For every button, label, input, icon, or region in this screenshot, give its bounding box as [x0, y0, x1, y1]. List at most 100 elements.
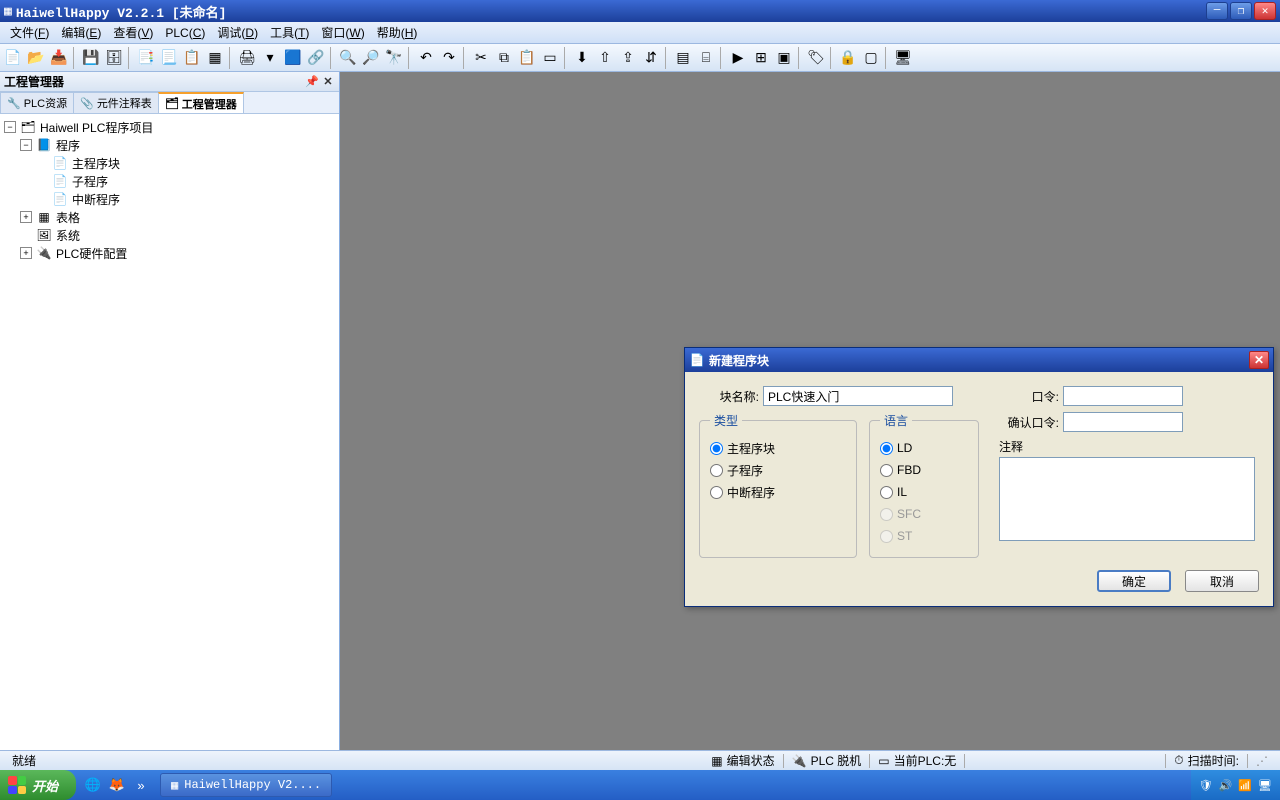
dropdown-icon[interactable]: ▾ [259, 47, 281, 69]
radio-input[interactable] [710, 486, 723, 499]
upload1-icon[interactable]: ⇧ [594, 47, 616, 69]
lang-radio-il[interactable]: IL [880, 481, 968, 503]
tray-icon[interactable]: 🛡 [1199, 779, 1213, 792]
lang-radio-fbd[interactable]: FBD [880, 459, 968, 481]
menu-w[interactable]: 窗口(W) [315, 22, 370, 43]
table-icon[interactable]: ▦ [204, 47, 226, 69]
find-icon[interactable]: 🔎 [360, 47, 382, 69]
task-item[interactable]: ▦ HaiwellHappy V2.... [160, 773, 332, 797]
radio-input[interactable] [880, 464, 893, 477]
lang-radio-ld[interactable]: LD [880, 437, 968, 459]
import-icon[interactable]: 📥 [48, 47, 70, 69]
menu-h[interactable]: 帮助(H) [371, 22, 424, 43]
radio-label: FBD [897, 463, 921, 477]
print-icon[interactable]: 🖨 [236, 47, 258, 69]
panel-tab-0[interactable]: 🔧PLC资源 [0, 92, 74, 113]
menu-c[interactable]: PLC(C) [159, 24, 211, 42]
zoom-icon[interactable]: 🔍 [337, 47, 359, 69]
radio-input[interactable] [880, 486, 893, 499]
tray-icon[interactable]: 📶 [1238, 779, 1252, 792]
project-tree[interactable]: − 🗂 Haiwell PLC程序项目 − 📘 程序 📄 主程序块 📄 子程序 [0, 114, 339, 750]
tree-int-prog[interactable]: 📄 中断程序 [4, 190, 335, 208]
cut-icon[interactable]: ✂ [470, 47, 492, 69]
current-plc-icon: ▭ [878, 754, 889, 768]
upload2-icon[interactable]: ⇪ [617, 47, 639, 69]
tree-root[interactable]: − 🗂 Haiwell PLC程序项目 [4, 118, 335, 136]
panel-close-icon[interactable]: ✕ [321, 75, 335, 89]
comment-textarea[interactable] [999, 457, 1255, 541]
monitor-icon[interactable]: ⊞ [750, 47, 772, 69]
undo-history-icon[interactable]: 📑 [135, 47, 157, 69]
menu-t[interactable]: 工具(T) [264, 22, 315, 43]
password-input[interactable] [1063, 386, 1183, 406]
run-icon[interactable]: ▶ [727, 47, 749, 69]
collapse-icon[interactable]: − [4, 121, 16, 133]
module-icon[interactable]: 🟦 [282, 47, 304, 69]
task-icon: ▦ [171, 778, 178, 793]
menu-e[interactable]: 编辑(E) [55, 22, 107, 43]
start-button[interactable]: 开始 [0, 770, 76, 800]
panel-pin-icon[interactable]: 📌 [305, 75, 319, 89]
expand-icon[interactable]: + [20, 211, 32, 223]
radio-input[interactable] [880, 442, 893, 455]
ql-browser-icon[interactable]: 🦊 [106, 774, 128, 796]
open-icon[interactable]: 📂 [25, 47, 47, 69]
block-name-input[interactable] [763, 386, 953, 406]
collapse-icon[interactable]: − [20, 139, 32, 151]
paste-icon[interactable]: 📋 [516, 47, 538, 69]
tree-sub-prog[interactable]: 📄 子程序 [4, 172, 335, 190]
copy-page-icon[interactable]: 📋 [181, 47, 203, 69]
binoculars-icon[interactable]: 🔭 [383, 47, 405, 69]
window-icon[interactable]: ▢ [860, 47, 882, 69]
tree-main-block[interactable]: 📄 主程序块 [4, 154, 335, 172]
new-icon[interactable]: 📄 [2, 47, 24, 69]
radio-input[interactable] [710, 442, 723, 455]
device-icon[interactable]: 🖥 [892, 47, 914, 69]
tree-program[interactable]: − 📘 程序 [4, 136, 335, 154]
tree-table[interactable]: + ▦ 表格 [4, 208, 335, 226]
link-icon[interactable]: 🔗 [305, 47, 327, 69]
chip-icon[interactable]: ▤ [672, 47, 694, 69]
radio-input[interactable] [710, 464, 723, 477]
cancel-button[interactable]: 取消 [1185, 570, 1259, 592]
type-radio-2[interactable]: 中断程序 [710, 481, 846, 503]
confirm-password-input[interactable] [1063, 412, 1183, 432]
tree-system[interactable]: 🖼 系统 [4, 226, 335, 244]
menu-f[interactable]: 文件(F) [4, 22, 55, 43]
debug-icon[interactable]: ▣ [773, 47, 795, 69]
type-radio-1[interactable]: 子程序 [710, 459, 846, 481]
menu-v[interactable]: 查看(V) [107, 22, 159, 43]
compare-icon[interactable]: ⇵ [640, 47, 662, 69]
dialog-titlebar[interactable]: 📄 新建程序块 ✕ [685, 348, 1273, 372]
save-all-icon[interactable]: 🗄 [103, 47, 125, 69]
system-tray[interactable]: 🛡 🔊 📶 🖥 [1191, 770, 1280, 800]
type-radio-0[interactable]: 主程序块 [710, 437, 846, 459]
lock-icon[interactable]: 🔒 [837, 47, 859, 69]
expand-icon[interactable]: + [20, 247, 32, 259]
save-icon[interactable]: 💾 [80, 47, 102, 69]
menu-d[interactable]: 调试(D) [211, 22, 264, 43]
select-all-icon[interactable]: ▭ [539, 47, 561, 69]
dialog-close-button[interactable]: ✕ [1249, 351, 1269, 369]
redo-icon[interactable]: ↷ [438, 47, 460, 69]
resize-grip-icon[interactable]: ⋰ [1248, 754, 1276, 768]
tray-icon[interactable]: 🖥 [1258, 779, 1272, 792]
ql-ie-icon[interactable]: 🌐 [82, 774, 104, 796]
undo-icon[interactable]: ↶ [415, 47, 437, 69]
tag-icon[interactable]: 🏷 [805, 47, 827, 69]
network-icon[interactable]: ⌸ [695, 47, 717, 69]
panel-tab-2[interactable]: 🗂工程管理器 [158, 92, 244, 113]
dialog-icon: 📄 [689, 352, 705, 368]
tree-hw-config[interactable]: + 🔌 PLC硬件配置 [4, 244, 335, 262]
download-icon[interactable]: ⬇ [571, 47, 593, 69]
ql-desktop-icon[interactable]: » [130, 774, 152, 796]
maximize-button[interactable]: ❐ [1230, 2, 1252, 20]
minimize-button[interactable]: ─ [1206, 2, 1228, 20]
tray-icon[interactable]: 🔊 [1219, 779, 1233, 792]
close-button[interactable]: ✕ [1254, 2, 1276, 20]
type-legend: 类型 [710, 412, 742, 429]
panel-tab-1[interactable]: 📎元件注释表 [73, 92, 159, 113]
copy-icon[interactable]: ⧉ [493, 47, 515, 69]
page-icon[interactable]: 📃 [158, 47, 180, 69]
ok-button[interactable]: 确定 [1097, 570, 1171, 592]
